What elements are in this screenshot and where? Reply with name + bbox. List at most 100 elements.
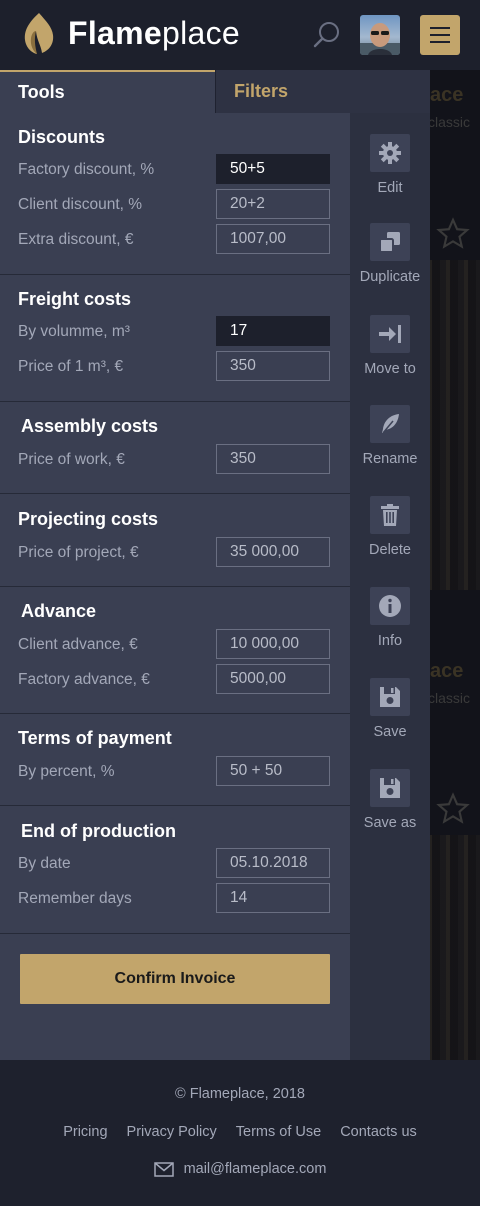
footer-link-terms[interactable]: Terms of Use xyxy=(236,1124,321,1140)
tool-label: Save as xyxy=(363,815,417,831)
section-title: Assembly costs xyxy=(21,416,159,436)
price-per-m3-input[interactable] xyxy=(216,351,330,381)
feather-icon xyxy=(382,414,399,434)
tool-label: Edit xyxy=(377,180,403,196)
save-as-tool-box xyxy=(370,769,410,807)
brand-name-bold: Flame xyxy=(68,14,162,51)
field-label: Factory discount, % xyxy=(18,161,155,178)
top-header: Flameplace xyxy=(0,0,480,70)
edit-tool-box xyxy=(370,134,410,172)
tool-label: Rename xyxy=(362,451,418,467)
projecting-section: Projecting costs Price of project, € xyxy=(0,494,350,587)
tools-panel: Discounts Factory discount, % Client dis… xyxy=(0,113,350,1060)
factory-discount-input[interactable] xyxy=(216,154,330,184)
tool-label: Delete xyxy=(369,542,411,558)
brand-name: Flameplace xyxy=(68,15,240,52)
edit-tool[interactable]: Edit xyxy=(350,134,430,196)
brand-name-light: place xyxy=(161,14,240,51)
user-avatar[interactable] xyxy=(360,15,400,55)
confirm-invoice-button[interactable]: Confirm Invoice xyxy=(20,954,330,1004)
terms-section: Terms of payment By percent, % xyxy=(0,714,350,806)
info-tool-box xyxy=(370,587,410,625)
brand-logo[interactable]: Flameplace xyxy=(22,10,240,56)
menu-line xyxy=(430,27,450,29)
flame-logo-icon xyxy=(24,13,54,54)
duplicate-tool-box xyxy=(370,223,410,261)
section-title: Discounts xyxy=(18,127,106,147)
panel-tabs: Tools Filters xyxy=(0,70,430,113)
section-title: Terms of payment xyxy=(18,728,172,748)
delete-tool-box xyxy=(370,496,410,534)
background-subtitle: classic xyxy=(428,114,471,130)
footer-email[interactable]: mail@flameplace.com xyxy=(0,1161,480,1177)
duplicate-icon xyxy=(379,232,400,253)
floppy-icon xyxy=(380,778,400,798)
extra-discount-input[interactable] xyxy=(216,224,330,254)
freight-section: Freight costs By volumme, m³ Price of 1 … xyxy=(0,275,350,402)
move-to-icon xyxy=(379,325,401,343)
floppy-icon xyxy=(380,687,400,707)
advance-section: Advance Client advance, € Factory advanc… xyxy=(0,587,350,714)
field-label: By percent, % xyxy=(18,763,115,780)
tab-tools[interactable]: Tools xyxy=(0,70,215,113)
volume-input[interactable] xyxy=(216,316,330,346)
footer-links: Pricing Privacy Policy Terms of Use Cont… xyxy=(0,1124,480,1140)
price-of-work-input[interactable] xyxy=(216,444,330,474)
save-tool[interactable]: Save xyxy=(350,678,430,740)
field-label: Extra discount, € xyxy=(18,231,134,248)
section-title: Advance xyxy=(21,601,97,621)
field-label: By volumme, m³ xyxy=(18,323,130,340)
duplicate-tool[interactable]: Duplicate xyxy=(350,223,430,285)
tool-label: Info xyxy=(377,633,403,649)
copyright-text: © Flameplace, 2018 xyxy=(175,1086,305,1102)
field-label: By date xyxy=(18,855,71,872)
price-of-project-input[interactable] xyxy=(216,537,330,567)
date-input[interactable] xyxy=(216,848,330,878)
rename-tool-box xyxy=(370,405,410,443)
client-discount-input[interactable] xyxy=(216,189,330,219)
footer-link-pricing[interactable]: Pricing xyxy=(63,1124,107,1140)
hamburger-menu-button[interactable] xyxy=(420,15,460,55)
tab-filters[interactable]: Filters xyxy=(215,70,430,113)
move-to-tool-box xyxy=(370,315,410,353)
field-label: Price of work, € xyxy=(18,451,125,468)
background-title: ace xyxy=(430,660,464,682)
client-advance-input[interactable] xyxy=(216,629,330,659)
email-address: mail@flameplace.com xyxy=(183,1161,327,1177)
menu-line xyxy=(430,34,450,36)
tool-label: Duplicate xyxy=(359,269,421,285)
star-icon xyxy=(436,217,470,249)
tool-label: Move to xyxy=(364,361,416,377)
background-title: ace xyxy=(430,84,464,106)
field-label: Client discount, % xyxy=(18,196,143,213)
info-tool[interactable]: Info xyxy=(350,587,430,649)
delete-tool[interactable]: Delete xyxy=(350,496,430,558)
footer-link-privacy[interactable]: Privacy Policy xyxy=(127,1124,217,1140)
field-label: Factory advance, € xyxy=(18,671,150,688)
page-footer: © Flameplace, 2018 Pricing Privacy Polic… xyxy=(0,1060,480,1206)
avatar-photo-icon xyxy=(360,23,400,55)
star-icon xyxy=(436,792,470,824)
save-as-tool[interactable]: Save as xyxy=(350,769,430,831)
move-to-tool[interactable]: Move to xyxy=(350,315,430,377)
search-icon[interactable] xyxy=(312,20,342,50)
section-title: Projecting costs xyxy=(18,509,159,529)
factory-advance-input[interactable] xyxy=(216,664,330,694)
footer-link-contacts[interactable]: Contacts us xyxy=(340,1124,417,1140)
field-label: Price of project, € xyxy=(18,544,139,561)
rename-tool[interactable]: Rename xyxy=(350,405,430,467)
tool-column: Edit Duplicate Move to Rename Delete Inf… xyxy=(350,113,430,1060)
save-tool-box xyxy=(370,678,410,716)
field-label: Price of 1 m³, € xyxy=(18,358,124,375)
trash-icon xyxy=(381,504,399,526)
production-section: End of production By date Remember days xyxy=(0,806,350,934)
section-title: End of production xyxy=(21,821,176,841)
gear-icon xyxy=(379,142,401,164)
percent-input[interactable] xyxy=(216,756,330,786)
assembly-section: Assembly costs Price of work, € xyxy=(0,402,350,494)
remember-days-input[interactable] xyxy=(216,883,330,913)
background-subtitle: classic xyxy=(428,690,471,706)
section-title: Freight costs xyxy=(18,289,132,309)
menu-line xyxy=(430,41,450,43)
discounts-section: Discounts Factory discount, % Client dis… xyxy=(0,113,350,275)
